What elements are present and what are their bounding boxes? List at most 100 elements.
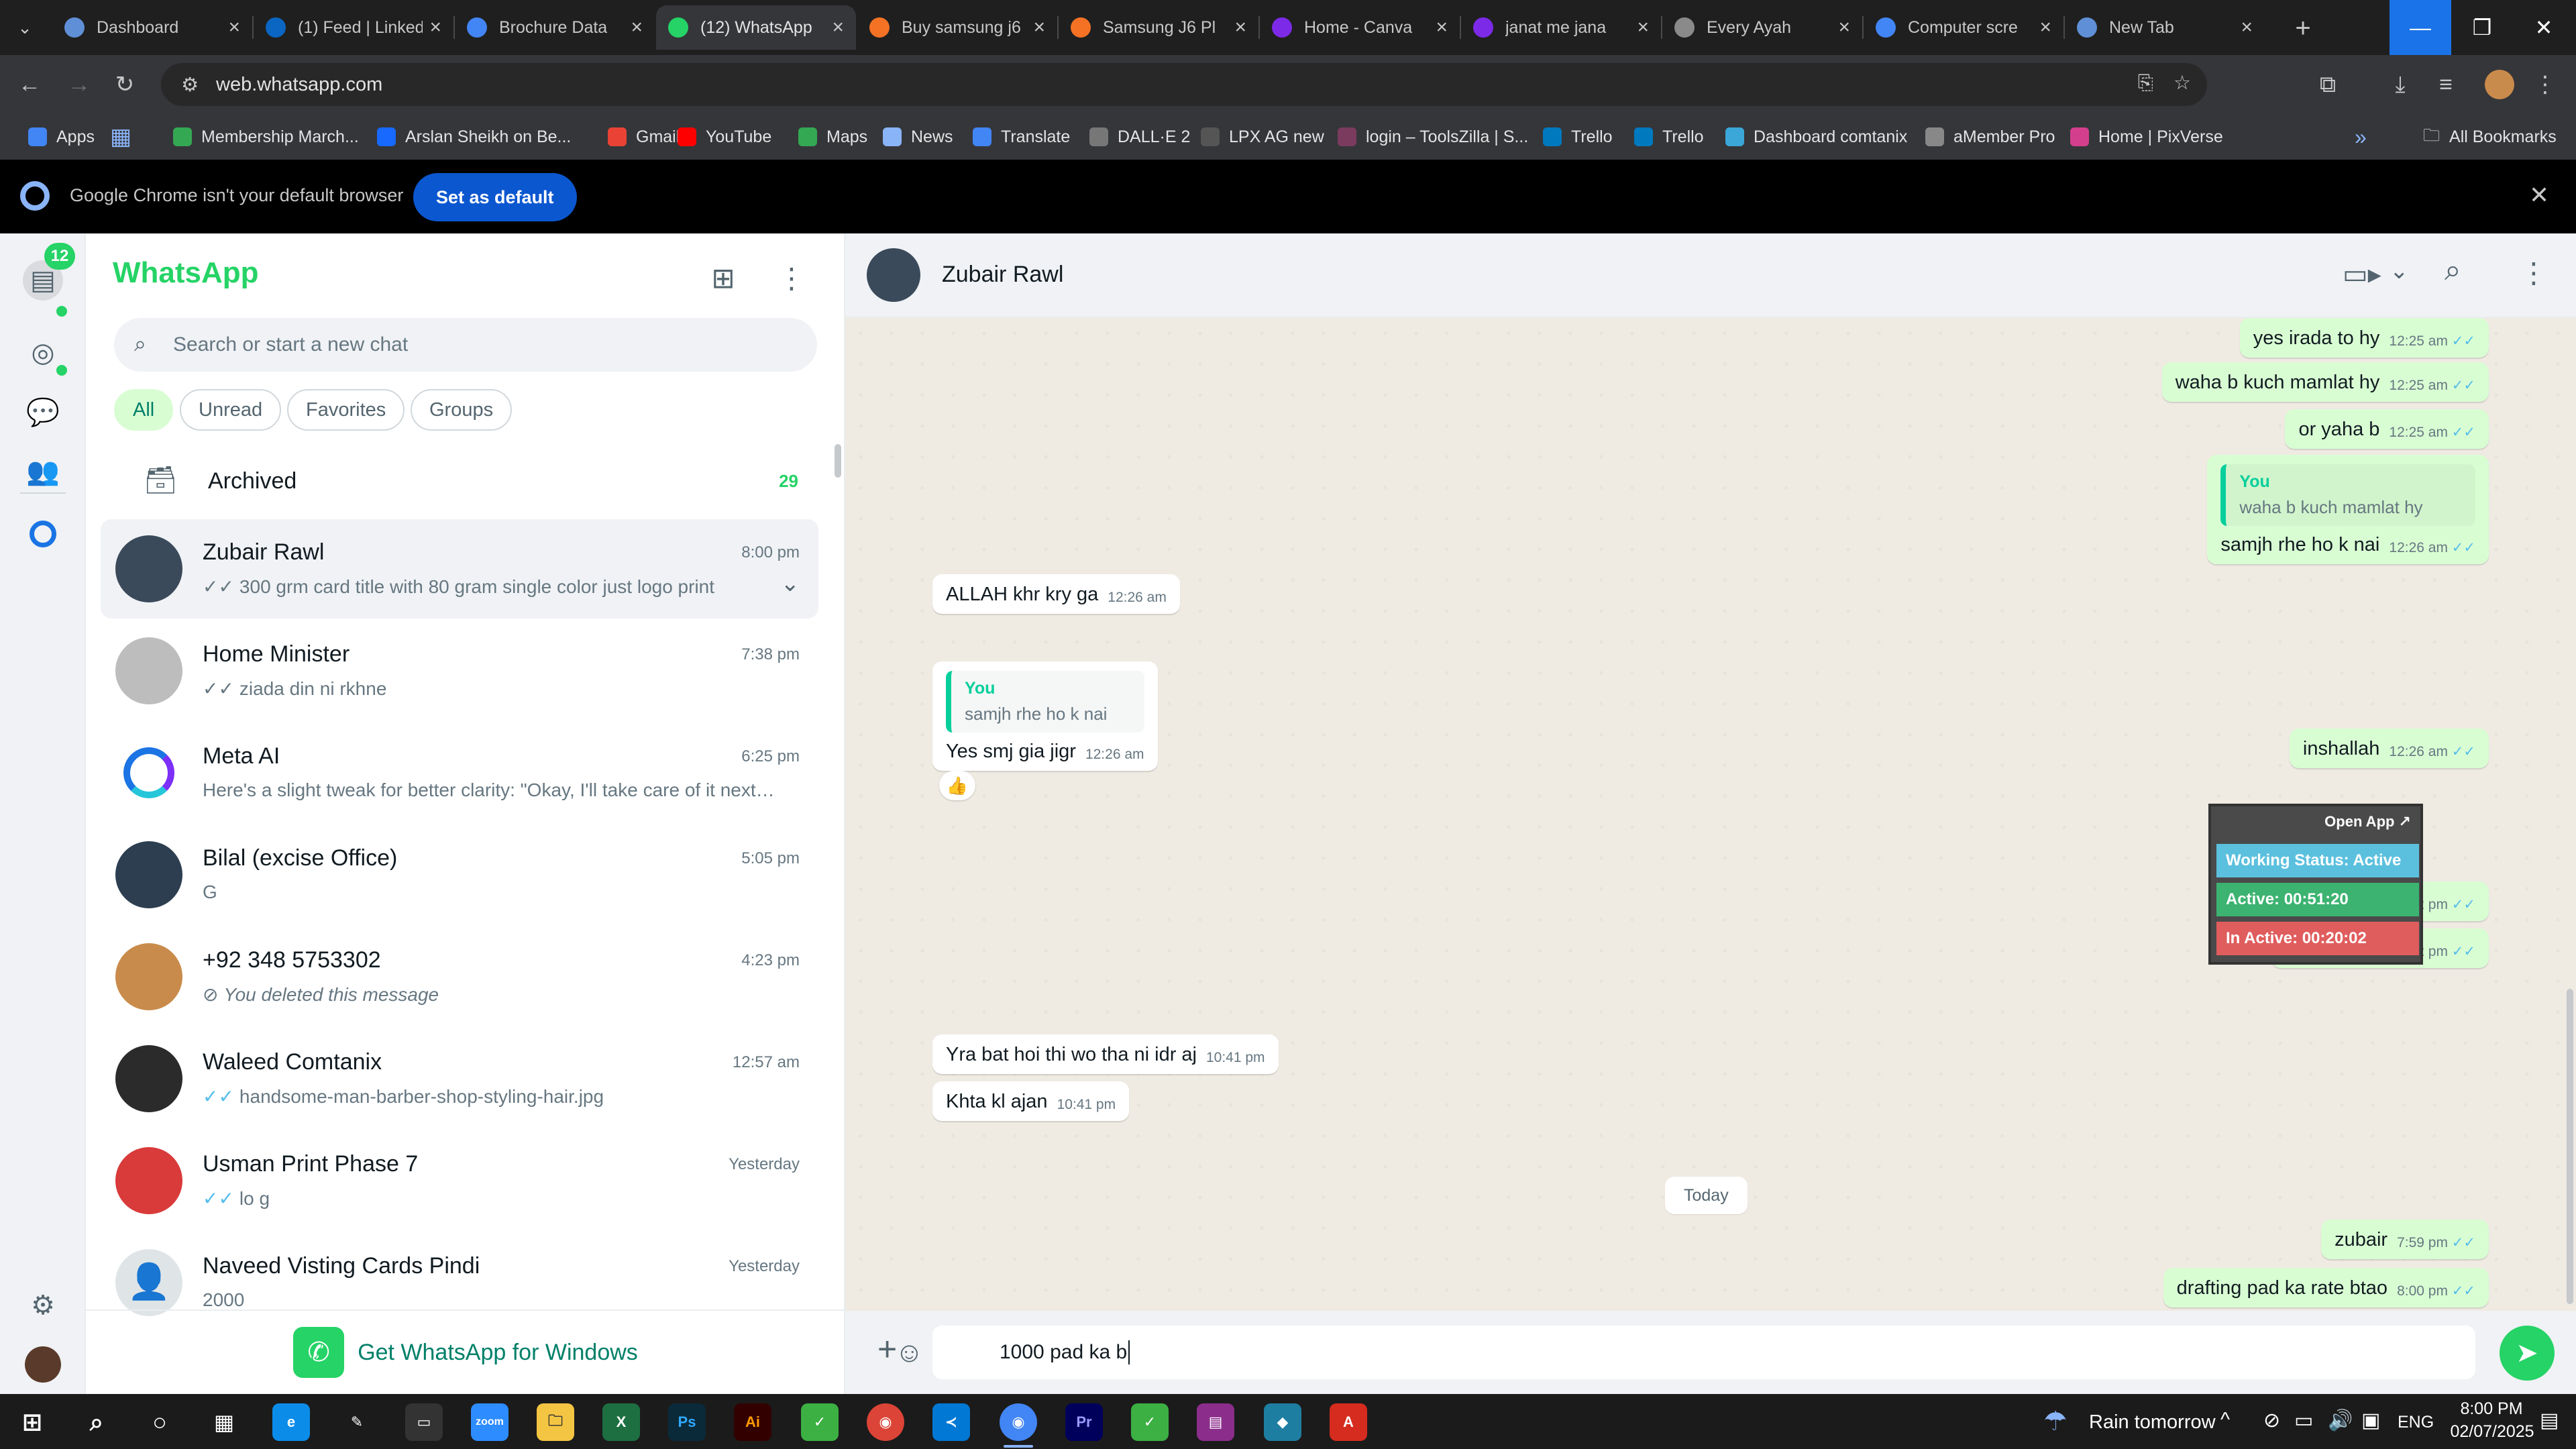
download-icon[interactable]: ⤓ (2383, 67, 2418, 102)
address-bar[interactable]: ⚙ web.whatsapp.com ⎘ ☆ (161, 63, 2207, 106)
taskbar-search-icon[interactable]: ⌕ (78, 1403, 115, 1441)
all-bookmarks[interactable]: 🗀 All Bookmarks (2423, 121, 2557, 153)
incoming-message[interactable]: ALLAH khr kry ga 12:26 am (932, 574, 1180, 614)
chrome-icon[interactable]: ◉ (867, 1403, 904, 1441)
chat-row[interactable]: Waleed Comtanix 12:57 am ✓✓ handsome-man-ba… (101, 1029, 818, 1128)
tab-close-icon[interactable]: × (1637, 16, 1649, 39)
reload-icon[interactable]: ↻ (107, 67, 142, 102)
chat-avatar[interactable] (115, 637, 182, 704)
winrar-icon[interactable]: ▤ (1197, 1403, 1234, 1441)
message-input[interactable]: ☺ 1000 pad ka b (895, 1326, 2475, 1379)
chat-row[interactable]: Meta AI 6:25 pm Here's a slight tweak for … (101, 723, 818, 822)
contact-name[interactable]: Zubair Rawl (942, 262, 1063, 288)
notification-icon[interactable]: ▤ (2540, 1409, 2559, 1432)
browser-tab[interactable]: Brochure Data × (455, 5, 655, 50)
outgoing-message[interactable]: yes irada to hy 12:25 am ✓✓ (2239, 318, 2489, 358)
chat-avatar[interactable] (115, 739, 182, 806)
install-app-icon[interactable]: ⎘ (2138, 72, 2153, 95)
bookmark-item[interactable]: Apps (28, 121, 95, 153)
clock-time[interactable]: 8:00 PM (2451, 1399, 2532, 1419)
extensions-icon[interactable]: ⧉ (2310, 67, 2345, 102)
tab-close-icon[interactable]: × (1234, 16, 1246, 39)
corel-icon[interactable]: ✓ (801, 1403, 839, 1441)
browser-tab[interactable]: janat me jana × (1461, 5, 1661, 50)
outgoing-message[interactable]: waha b kuch mamlat hy 12:25 am ✓✓ (2161, 362, 2489, 402)
outgoing-message[interactable]: inshallah 12:26 am ✓✓ (2289, 729, 2489, 768)
chat-avatar[interactable] (115, 943, 182, 1010)
filter-chip-all[interactable]: All (114, 389, 174, 431)
tab-close-icon[interactable]: × (2039, 16, 2051, 39)
search-messages-icon[interactable]: ⌕ (2445, 254, 2461, 287)
bookmark-item[interactable]: LPX AG new (1201, 121, 1324, 153)
contact-avatar[interactable] (867, 248, 920, 302)
excel-icon[interactable]: X (602, 1403, 640, 1441)
weather-text[interactable]: Rain tomorrow (2089, 1411, 2216, 1434)
bookmark-item[interactable]: Trello (1543, 121, 1613, 153)
bookmark-item[interactable]: News (883, 121, 953, 153)
tray-chevron-icon[interactable]: ^ (2220, 1409, 2230, 1432)
close-window-button[interactable]: ✕ (2513, 0, 2575, 55)
photoshop-icon[interactable]: Ps (668, 1403, 706, 1441)
minimize-button[interactable]: — (2390, 0, 2451, 55)
illustrator-icon[interactable]: Ai (734, 1403, 771, 1441)
bookmark-item[interactable]: Arslan Sheikh on Be... (377, 121, 571, 153)
open-app-link[interactable]: Open App ↗ (2324, 813, 2411, 830)
bookmark-item[interactable]: Trello (1634, 121, 1704, 153)
search-input[interactable]: ⌕ Search or start a new chat (114, 318, 817, 372)
bookmarks-overflow-icon[interactable]: » (2355, 121, 2367, 153)
chat-list-scrollbar[interactable] (835, 444, 841, 478)
windows-start-icon[interactable]: ⊞ (13, 1403, 51, 1441)
outgoing-message[interactable]: or yaha b 12:25 am ✓✓ (2285, 409, 2489, 449)
communities-icon[interactable]: 👥 (23, 451, 63, 491)
bookmark-item[interactable]: DALL·E 2 (1089, 121, 1190, 153)
filter-chip-groups[interactable]: Groups (411, 389, 513, 431)
tab-close-icon[interactable]: × (2241, 16, 2253, 39)
bookmark-item[interactable]: YouTube (678, 121, 771, 153)
chat-avatar[interactable] (115, 841, 182, 908)
bookmark-star-icon[interactable]: ☆ (2174, 71, 2191, 95)
language-indicator[interactable]: ENG (2398, 1413, 2434, 1432)
chat-row[interactable]: +92 348 5753302 4:23 pm ⊘ You deleted this … (101, 927, 818, 1026)
weather-icon[interactable]: ☂ (2043, 1406, 2068, 1437)
attach-plus-icon[interactable]: + (877, 1330, 897, 1368)
site-info-icon[interactable]: ⚙ (181, 73, 199, 97)
incoming-message[interactable]: Yra bat hoi thi wo tha ni idr aj 10:41 pm (932, 1034, 1279, 1074)
restore-button[interactable]: ❐ (2451, 0, 2513, 55)
tab-close-icon[interactable]: × (1033, 16, 1045, 39)
new-tab-button[interactable]: + (2284, 9, 2322, 47)
send-button[interactable]: ➤ (2500, 1326, 2555, 1381)
chat-avatar[interactable] (115, 1147, 182, 1214)
new-chat-icon[interactable]: ⊞ (704, 259, 742, 297)
chrome-menu-icon[interactable]: ⋮ (2528, 67, 2563, 102)
settings-gear-icon[interactable]: ⚙ (23, 1285, 63, 1326)
volume-icon[interactable]: 🔊 (2328, 1409, 2353, 1432)
tray-app-icon[interactable]: ⊘ (2263, 1409, 2280, 1432)
tab-close-icon[interactable]: × (832, 16, 844, 39)
terminal-icon[interactable]: ▭ (405, 1403, 443, 1441)
chat-row[interactable]: Zubair Rawl 8:00 pm ✓✓ 300 grm card title w… (101, 519, 818, 619)
bookmark-item[interactable]: Maps (798, 121, 867, 153)
tab-close-icon[interactable]: × (631, 16, 643, 39)
clock-date[interactable]: 02/07/2025 (2442, 1422, 2542, 1442)
chat-row[interactable]: Usman Print Phase 7 Yesterday ✓✓ lo g (101, 1131, 818, 1230)
network-icon[interactable]: ▭ (2294, 1409, 2313, 1432)
browser-tab[interactable]: (12) WhatsApp × (656, 5, 856, 50)
cortana-icon[interactable]: ○ (141, 1403, 178, 1441)
outgoing-message[interactable]: zubair 7:59 pm ✓✓ (2321, 1220, 2489, 1259)
message-scrollbar[interactable] (2567, 989, 2573, 1304)
bookmark-item[interactable]: Dashboard comtanix (1725, 121, 1907, 153)
channels-icon[interactable]: 💬 (23, 392, 63, 432)
emoji-sticker-icon[interactable]: ☺ (895, 1336, 924, 1368)
outgoing-message[interactable]: drafting pad ka rate btao 8:00 pm ✓✓ (2163, 1268, 2489, 1307)
bookmark-item[interactable]: Home | PixVerse (2070, 121, 2223, 153)
browser-tab[interactable]: Dashboard × (52, 5, 252, 50)
chat-avatar[interactable] (115, 1045, 182, 1112)
premiere-icon[interactable]: Pr (1065, 1403, 1103, 1441)
bookmark-item[interactable]: Membership March... (173, 121, 359, 153)
vscode-icon[interactable]: ≺ (932, 1403, 970, 1441)
tab-close-icon[interactable]: × (429, 16, 441, 39)
chat-options-chevron-icon[interactable]: ⌄ (781, 570, 800, 597)
zoom-icon[interactable]: zoom (471, 1403, 508, 1441)
reaction-badge[interactable]: 👍 (939, 771, 975, 800)
edge-icon[interactable]: e (272, 1403, 310, 1441)
